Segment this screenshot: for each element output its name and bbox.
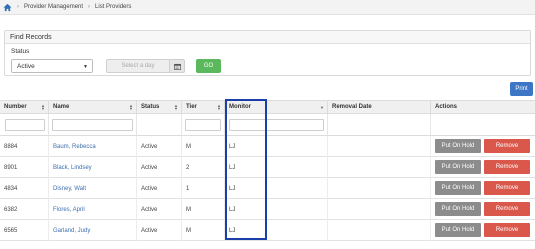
- column-header-monitor[interactable]: Monitor ▼: [225, 100, 328, 114]
- cell-removal-date: [328, 178, 431, 199]
- print-button[interactable]: Print: [510, 82, 533, 96]
- cell-tier: M: [182, 220, 225, 241]
- filter-input-name[interactable]: [52, 119, 133, 131]
- column-header-number[interactable]: Number ▲ ▼: [0, 100, 49, 114]
- cell-status: Active: [137, 136, 182, 157]
- cell-monitor: LJ: [225, 178, 328, 199]
- filter-cell-number: [0, 114, 49, 136]
- date-input[interactable]: Select a day: [106, 59, 170, 73]
- cell-monitor: LJ: [225, 136, 328, 157]
- sort-icon: ▲ ▼: [129, 103, 133, 111]
- cell-removal-date: [328, 220, 431, 241]
- remove-button[interactable]: Remove: [484, 139, 530, 153]
- put-on-hold-button[interactable]: Put On Hold: [435, 181, 481, 195]
- provider-name-link[interactable]: Baum, Rebecca: [49, 136, 137, 157]
- cell-status: Active: [137, 157, 182, 178]
- sort-icon: ▲ ▼: [217, 103, 221, 111]
- status-select[interactable]: Active ▼: [11, 59, 93, 73]
- remove-button[interactable]: Remove: [484, 160, 530, 174]
- status-label: Status: [11, 48, 30, 55]
- put-on-hold-button[interactable]: Put On Hold: [435, 139, 481, 153]
- calendar-button[interactable]: [169, 59, 185, 73]
- remove-button[interactable]: Remove: [484, 223, 530, 237]
- cell-removal-date: [328, 157, 431, 178]
- filter-cell-tier: [182, 114, 225, 136]
- filter-cell-status: [137, 114, 182, 136]
- provider-name-link[interactable]: Disney, Walt: [49, 178, 137, 199]
- filter-cell-monitor: [225, 114, 328, 136]
- put-on-hold-button[interactable]: Put On Hold: [435, 160, 481, 174]
- cell-status: Active: [137, 199, 182, 220]
- filter-input-number[interactable]: [5, 119, 45, 131]
- chevron-down-icon: ▼: [83, 64, 88, 70]
- column-header-actions: Actions: [431, 100, 535, 114]
- breadcrumb-provider-management[interactable]: Provider Management: [24, 4, 83, 10]
- status-select-value: Active: [17, 62, 35, 70]
- column-header-status[interactable]: Status ▲ ▼: [137, 100, 182, 114]
- go-button[interactable]: GO: [196, 59, 221, 73]
- filter-cell-actions: [431, 114, 535, 136]
- column-header-name[interactable]: Name ▲ ▼: [49, 100, 137, 114]
- cell-tier: M: [182, 199, 225, 220]
- cell-status: Active: [137, 220, 182, 241]
- column-header-tier[interactable]: Tier ▲ ▼: [182, 100, 225, 114]
- cell-monitor: LJ: [225, 199, 328, 220]
- table-row: 6565 Garland, Judy Active M LJ Put On Hold Rem…: [0, 220, 535, 241]
- filter-input-tier[interactable]: [185, 119, 221, 131]
- breadcrumb: › Provider Management › List Providers: [0, 0, 535, 15]
- cell-monitor: LJ: [225, 157, 328, 178]
- table-row: 8901 Black, Lindsey Active 2 LJ Put On Hold Re…: [0, 157, 535, 178]
- breadcrumb-separator: ›: [17, 4, 19, 10]
- cell-monitor: LJ: [225, 220, 328, 241]
- filter-cell-name: [49, 114, 137, 136]
- breadcrumb-list-providers: List Providers: [95, 4, 132, 10]
- cell-tier: M: [182, 136, 225, 157]
- calendar-icon: [173, 63, 181, 70]
- cell-number: 6565: [0, 220, 49, 241]
- put-on-hold-button[interactable]: Put On Hold: [435, 202, 481, 216]
- provider-name-link[interactable]: Garland, Judy: [49, 220, 137, 241]
- cell-number: 8884: [0, 136, 49, 157]
- filter-cell-removal-date: [328, 114, 431, 136]
- cell-removal-date: [328, 136, 431, 157]
- filter-input-monitor[interactable]: [229, 119, 324, 131]
- breadcrumb-separator: ›: [88, 4, 91, 10]
- table-row: 8884 Baum, Rebecca Active M LJ Put On Hold Rem…: [0, 136, 535, 157]
- cell-tier: 2: [182, 157, 225, 178]
- table-row: 6382 Flores, April Active M LJ Put On Hold Rem…: [0, 199, 535, 220]
- panel-title: Find Records: [5, 31, 530, 44]
- home-icon[interactable]: [3, 3, 12, 12]
- cell-status: Active: [137, 178, 182, 199]
- provider-name-link[interactable]: Black, Lindsey: [49, 157, 137, 178]
- cell-number: 4834: [0, 178, 49, 199]
- cell-removal-date: [328, 199, 431, 220]
- sort-icon: ▲ ▼: [174, 103, 178, 111]
- remove-button[interactable]: Remove: [484, 181, 530, 195]
- table-row: 4834 Disney, Walt Active 1 LJ Put On Hold Remo…: [0, 178, 535, 199]
- cell-number: 8901: [0, 157, 49, 178]
- cell-tier: 1: [182, 178, 225, 199]
- cell-number: 6382: [0, 199, 49, 220]
- put-on-hold-button[interactable]: Put On Hold: [435, 223, 481, 237]
- column-header-removal-date: Removal Date: [328, 100, 431, 114]
- remove-button[interactable]: Remove: [484, 202, 530, 216]
- sort-icon: ▲ ▼: [41, 103, 45, 111]
- chevron-down-icon: ▼: [320, 105, 324, 110]
- provider-name-link[interactable]: Flores, April: [49, 199, 137, 220]
- find-records-panel: Find Records Status Active ▼ Select a da…: [4, 30, 531, 76]
